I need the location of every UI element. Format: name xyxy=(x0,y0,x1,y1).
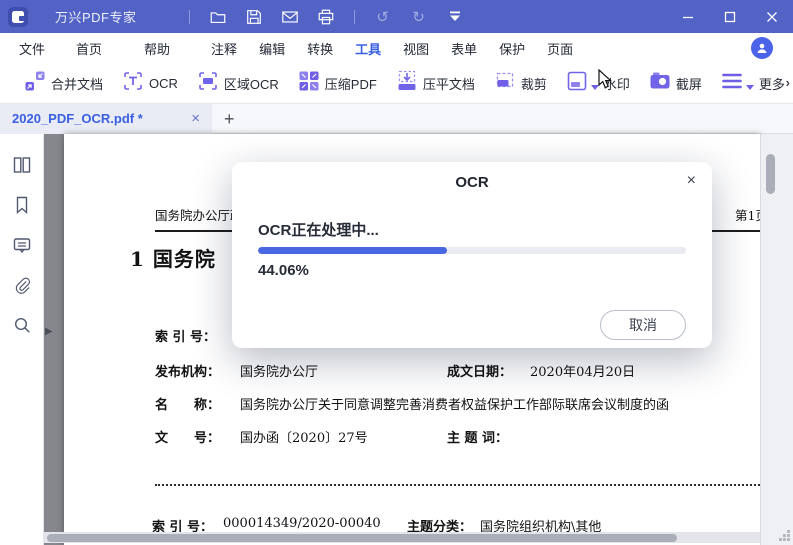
app-title: 万兴PDF专家 xyxy=(55,10,137,25)
titlebar: 万兴PDF专家 ↺ ↻ xyxy=(0,0,793,33)
toolbar-overflow-chevron[interactable]: › xyxy=(786,75,790,90)
merge-documents-button[interactable]: 合并文档 xyxy=(24,70,103,97)
screenshot-icon xyxy=(649,70,671,97)
thumbnails-icon[interactable] xyxy=(11,154,33,176)
undo-icon[interactable]: ↺ xyxy=(370,4,396,30)
compress-pdf-icon xyxy=(298,70,320,97)
attachment-icon[interactable] xyxy=(11,274,33,296)
tab-title: 2020_PDF_OCR.pdf * xyxy=(12,111,143,126)
email-icon[interactable] xyxy=(277,4,303,30)
more-menu-icon xyxy=(721,70,743,97)
search-icon[interactable] xyxy=(11,314,33,336)
menu-comment[interactable]: 注释 xyxy=(210,37,238,60)
vertical-scrollbar-thumb[interactable] xyxy=(766,154,775,194)
document-tab[interactable]: 2020_PDF_OCR.pdf * × xyxy=(0,103,212,134)
ocr-icon xyxy=(122,70,144,97)
print-icon[interactable] xyxy=(313,4,339,30)
dialog-close-icon[interactable]: × xyxy=(687,172,696,190)
menubar: 文件 首页 帮助 注释 编辑 转换 工具 视图 表单 保护 页面 xyxy=(0,33,793,66)
crop-icon xyxy=(494,70,516,97)
doc-row-title: 名 称： 国务院办公厅关于同意调整完善消费者权益保护工作部际联席会议制度的函 xyxy=(155,398,670,413)
ocr-dialog: OCR × OCR正在处理中... 44.06% 取消 xyxy=(232,162,712,348)
panel-expand-handle[interactable]: ▶ xyxy=(45,326,53,337)
resize-grip-icon[interactable] xyxy=(779,530,791,542)
save-icon[interactable] xyxy=(241,4,267,30)
maximize-button[interactable] xyxy=(709,0,751,33)
open-folder-icon[interactable] xyxy=(205,4,231,30)
ocr-button[interactable]: OCR xyxy=(122,70,178,97)
page-header-right: 第1页 xyxy=(735,208,760,223)
dialog-title: OCR xyxy=(455,174,489,191)
titlebar-separator xyxy=(188,9,190,24)
menu-convert[interactable]: 转换 xyxy=(306,37,334,60)
flatten-document-button[interactable]: 压平文档 xyxy=(396,70,475,97)
horizontal-scrollbar-thumb[interactable] xyxy=(47,533,677,542)
mouse-cursor xyxy=(598,69,613,89)
close-button[interactable] xyxy=(751,0,793,33)
toolbar-dropdown-icon[interactable] xyxy=(442,4,468,30)
document-heading: 1 国务院 xyxy=(130,247,216,271)
menu-tools[interactable]: 工具 xyxy=(352,37,385,66)
app-logo-icon xyxy=(8,6,28,27)
doc-row-issuer: 发布机构： 国务院办公厅 成文日期： 2020年04月20日 xyxy=(155,365,636,380)
cancel-button[interactable]: 取消 xyxy=(600,310,686,340)
ocr-status-text: OCR正在处理中... xyxy=(258,222,379,239)
bookmark-icon[interactable] xyxy=(11,194,33,216)
menu-file[interactable]: 文件 xyxy=(18,37,46,60)
menu-view[interactable]: 视图 xyxy=(402,37,430,60)
menu-help[interactable]: 帮助 xyxy=(143,37,171,60)
tabbar: 2020_PDF_OCR.pdf * × + xyxy=(0,103,793,134)
crop-button[interactable]: 裁剪 xyxy=(494,70,547,97)
doc-row-number: 文 号： 国办函〔2020〕27号 主 题 词： xyxy=(155,431,509,446)
menu-protect[interactable]: 保护 xyxy=(498,37,526,60)
merge-documents-icon xyxy=(24,70,46,97)
app-window: 万兴PDF专家 ↺ ↻ 文件 首页 帮助 注释 编辑 转换 工具 视图 表单 保… xyxy=(0,0,793,545)
redo-icon[interactable]: ↻ xyxy=(406,4,432,30)
ocr-progress-percent: 44.06% xyxy=(258,262,309,279)
page-header-left: 国务院办公厅政 xyxy=(155,208,243,223)
tab-close-icon[interactable]: × xyxy=(191,111,200,126)
minimize-button[interactable] xyxy=(667,0,709,33)
chevron-down-icon[interactable] xyxy=(745,84,754,90)
flatten-document-icon xyxy=(396,70,418,97)
screenshot-button[interactable]: 截屏 xyxy=(649,70,702,97)
window-controls xyxy=(667,0,793,33)
area-ocr-button[interactable]: 区域OCR xyxy=(197,70,279,97)
user-avatar[interactable] xyxy=(751,37,773,59)
menu-edit[interactable]: 编辑 xyxy=(258,37,286,60)
menu-page[interactable]: 页面 xyxy=(546,37,574,60)
ocr-progress-bar xyxy=(258,247,686,254)
area-ocr-icon xyxy=(197,70,219,97)
dotted-divider xyxy=(155,484,760,486)
menu-home[interactable]: 首页 xyxy=(75,37,103,60)
menu-form[interactable]: 表单 xyxy=(450,37,478,60)
ocr-progress-fill xyxy=(258,247,447,254)
watermark-icon xyxy=(566,70,588,97)
compress-pdf-button[interactable]: 压缩PDF xyxy=(298,70,377,97)
new-tab-button[interactable]: + xyxy=(224,110,235,128)
vertical-scrollbar[interactable] xyxy=(760,134,793,545)
comment-icon[interactable] xyxy=(11,234,33,256)
toolbar: 合并文档 OCR 区域OCR 压缩PDF 压平文档 裁剪 水印 截屏 更多 › xyxy=(0,63,793,104)
titlebar-separator xyxy=(353,9,355,24)
left-sidebar xyxy=(0,134,44,545)
more-tools-button[interactable]: 更多 xyxy=(721,70,785,97)
horizontal-scrollbar[interactable] xyxy=(44,532,760,543)
